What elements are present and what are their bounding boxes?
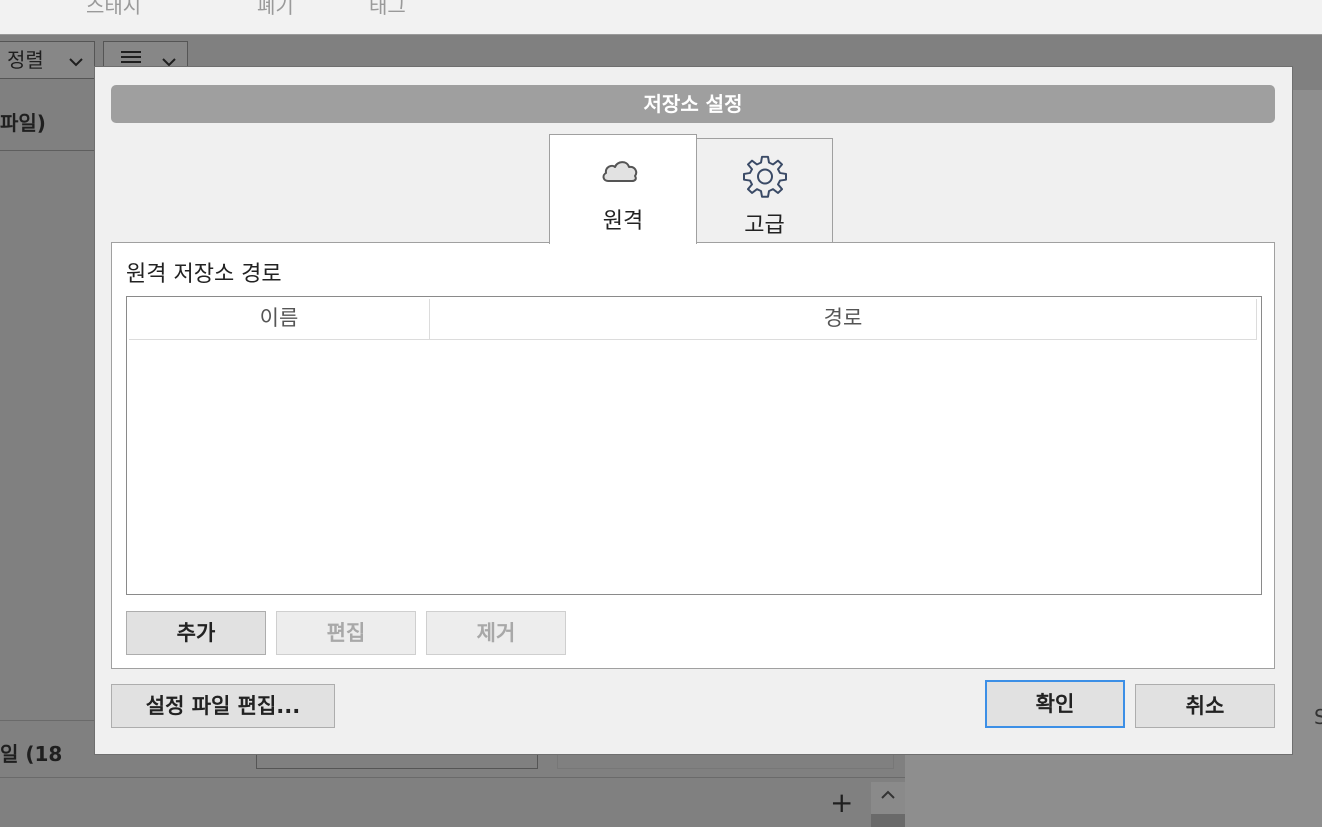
list-icon [121,51,141,63]
bg-tab-tag: 태그 [369,0,406,18]
bg-files-heading: 파일) [0,111,46,135]
bg-divider [0,777,905,778]
table-header: 이름 경로 [129,299,1257,340]
column-header-path[interactable]: 경로 [430,299,1257,339]
background-toolbar: 스태시 폐기 태그 [0,0,1322,35]
remote-panel: 원격 저장소 경로 이름 경로 추가 편집 제거 [111,242,1275,669]
tab-advanced-label: 고급 [744,213,785,238]
edit-button[interactable]: 편집 [276,611,416,655]
dialog-title: 저장소 설정 [111,85,1275,123]
remote-paths-heading: 원격 저장소 경로 [126,262,282,287]
bg-edge-text: S [1314,705,1322,729]
tab-remote-label: 원격 [602,209,644,234]
plus-icon: + [830,786,854,819]
chevron-down-icon [69,58,83,67]
gear-icon [743,155,787,198]
cancel-button[interactable]: 취소 [1135,684,1275,728]
bg-tab-discard: 폐기 [257,0,294,18]
bg-sort-dropdown: 정렬 [0,41,95,79]
cloud-icon [602,161,638,182]
bg-bottom-label: 일 (18 [0,742,63,766]
chevron-down-icon [162,58,176,67]
tab-advanced[interactable]: 고급 [696,138,833,243]
column-header-name[interactable]: 이름 [129,299,430,339]
add-button[interactable]: 추가 [126,611,266,655]
repository-settings-dialog: 저장소 설정 원격 고급 원격 저장소 경로 이름 경로 추가 편집 제거 설정… [95,67,1292,754]
bg-tab-stash: 스태시 [86,0,142,18]
tab-remote[interactable]: 원격 [549,134,697,244]
chevron-up-icon [881,790,895,799]
remote-paths-table[interactable]: 이름 경로 [126,296,1262,595]
edit-config-file-button[interactable]: 설정 파일 편집... [111,684,335,728]
bg-scrollbar-thumb [871,814,905,827]
bg-sort-label: 정렬 [7,48,44,72]
ok-button[interactable]: 확인 [985,680,1125,728]
remove-button[interactable]: 제거 [426,611,566,655]
bg-divider [0,150,95,151]
